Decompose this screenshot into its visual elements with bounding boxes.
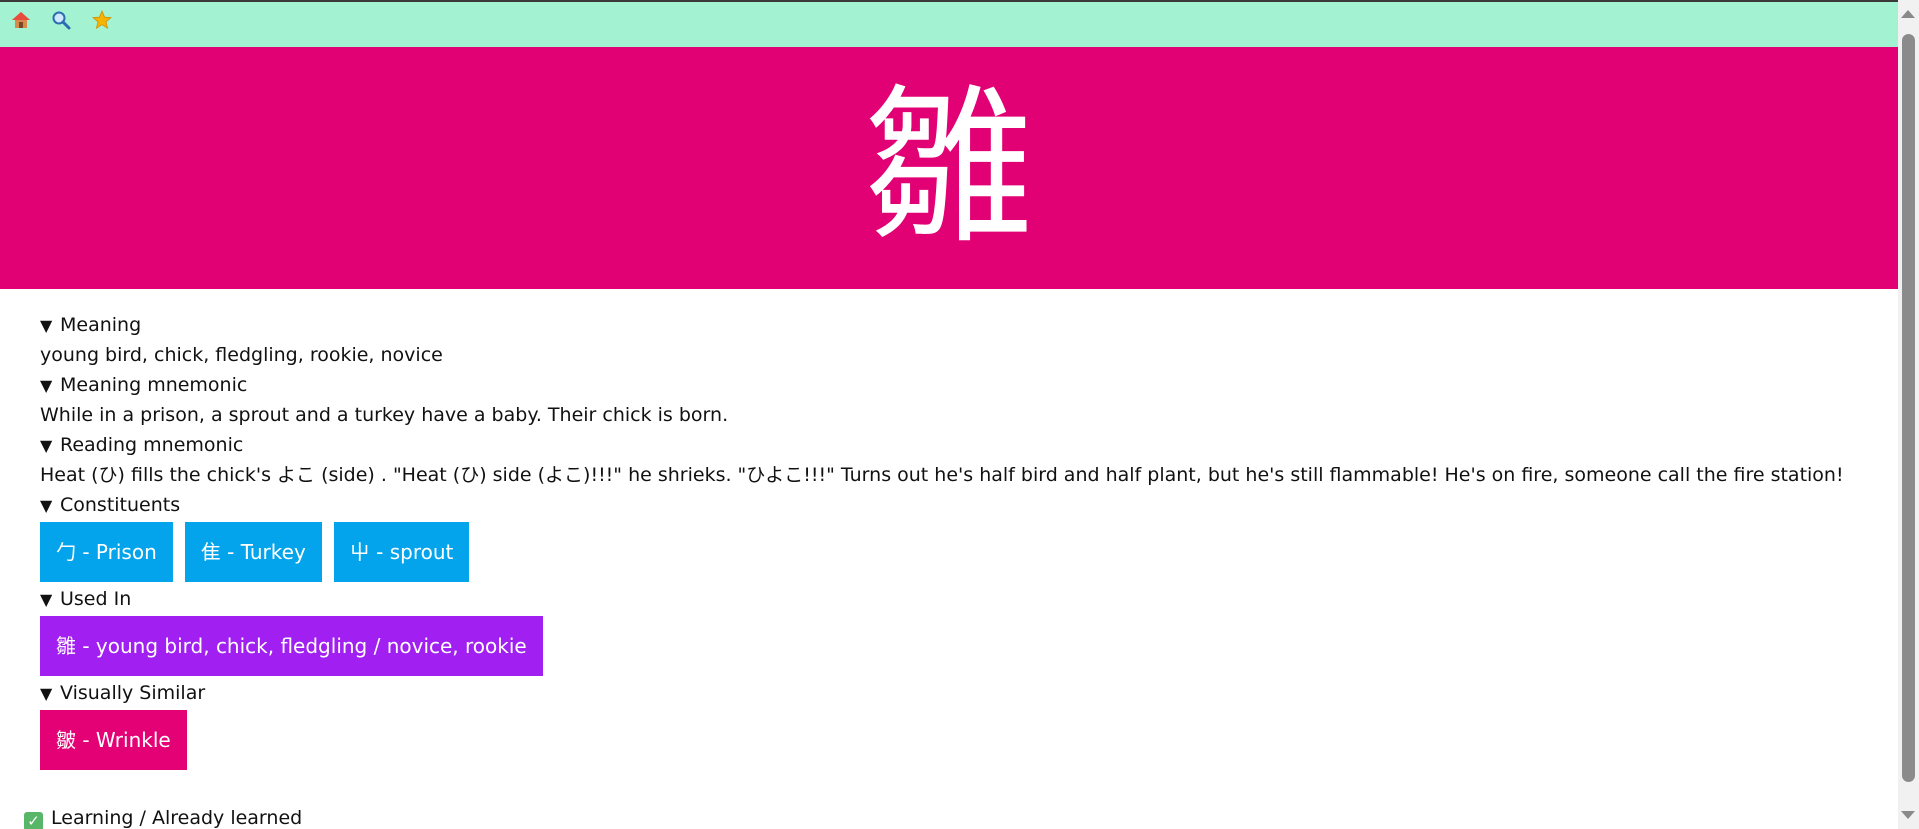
used-in-list: 雛 - young bird, chick, fledgling / novic… <box>40 614 1880 678</box>
constituent-chip-sprout[interactable]: 屮 - sprout <box>333 522 470 582</box>
visually-similar-toggle[interactable]: ▼ Visually Similar <box>40 678 1880 708</box>
meaning-toggle[interactable]: ▼ Meaning <box>40 310 1880 340</box>
expand-arrow-icon: ▼ <box>40 316 53 335</box>
reading-mnemonic-section: ▼ Reading mnemonic Heat (ひ) fills the chi… <box>40 430 1880 490</box>
kanji-banner: 雛 <box>0 47 1898 289</box>
expand-arrow-icon: ▼ <box>40 590 53 609</box>
section-title: Constituents <box>60 494 181 516</box>
used-in-toggle[interactable]: ▼ Used In <box>40 584 1880 614</box>
learning-status-label: Learning / Already learned <box>51 807 303 829</box>
constituents-list: 勹 - Prison 隹 - Turkey 屮 - sprout <box>40 520 1880 584</box>
kanji-character: 雛 <box>863 70 1034 268</box>
page: 雛 ▼ Meaning young bird, chick, fledgling,… <box>0 0 1919 829</box>
reading-mnemonic-text: Heat (ひ) fills the chick's よこ (side) . "… <box>40 464 1844 486</box>
similar-kanji-chip[interactable]: 皺 - Wrinkle <box>40 710 187 770</box>
section-title: Meaning mnemonic <box>60 374 248 396</box>
vertical-scrollbar[interactable] <box>1898 0 1919 829</box>
constituents-toggle[interactable]: ▼ Constituents <box>40 490 1880 520</box>
used-in-section: ▼ Used In 雛 - young bird, chick, fledglin… <box>40 584 1880 678</box>
expand-arrow-icon: ▼ <box>40 436 53 455</box>
kanji-details: ▼ Meaning young bird, chick, fledgling, r… <box>40 310 1880 772</box>
constituent-chip-turkey[interactable]: 隹 - Turkey <box>184 522 322 582</box>
expand-arrow-icon: ▼ <box>40 376 53 395</box>
meaning-mnemonic-section: ▼ Meaning mnemonic While in a prison, a s… <box>40 370 1880 430</box>
reading-mnemonic-toggle[interactable]: ▼ Reading mnemonic <box>40 430 1880 460</box>
meaning-section: ▼ Meaning young bird, chick, fledgling, r… <box>40 310 1880 370</box>
expand-arrow-icon: ▼ <box>40 684 53 703</box>
top-nav-bar <box>0 0 1898 47</box>
scrollbar-thumb[interactable] <box>1902 34 1915 782</box>
visually-similar-section: ▼ Visually Similar 皺 - Wrinkle <box>40 678 1880 772</box>
search-icon[interactable] <box>50 9 72 31</box>
learning-status[interactable]: ✓ Learning / Already learned <box>24 806 302 829</box>
section-title: Reading mnemonic <box>60 434 244 456</box>
constituent-chip-prison[interactable]: 勹 - Prison <box>40 522 173 582</box>
visually-similar-list: 皺 - Wrinkle <box>40 708 1880 772</box>
vocabulary-chip[interactable]: 雛 - young bird, chick, fledgling / novic… <box>40 616 543 676</box>
section-title: Meaning <box>60 314 142 336</box>
constituents-section: ▼ Constituents 勹 - Prison 隹 - Turkey 屮 - … <box>40 490 1880 584</box>
home-icon[interactable] <box>10 9 32 31</box>
section-title: Used In <box>60 588 132 610</box>
section-title: Visually Similar <box>60 682 206 704</box>
expand-arrow-icon: ▼ <box>40 496 53 515</box>
scroll-up-arrow-icon[interactable] <box>1901 10 1915 18</box>
meaning-text: young bird, chick, fledgling, rookie, no… <box>40 344 443 366</box>
meaning-mnemonic-text: While in a prison, a sprout and a turkey… <box>40 404 729 426</box>
scroll-down-arrow-icon[interactable] <box>1901 811 1915 819</box>
meaning-mnemonic-toggle[interactable]: ▼ Meaning mnemonic <box>40 370 1880 400</box>
check-icon[interactable]: ✓ <box>24 812 43 829</box>
star-icon[interactable] <box>91 9 113 31</box>
